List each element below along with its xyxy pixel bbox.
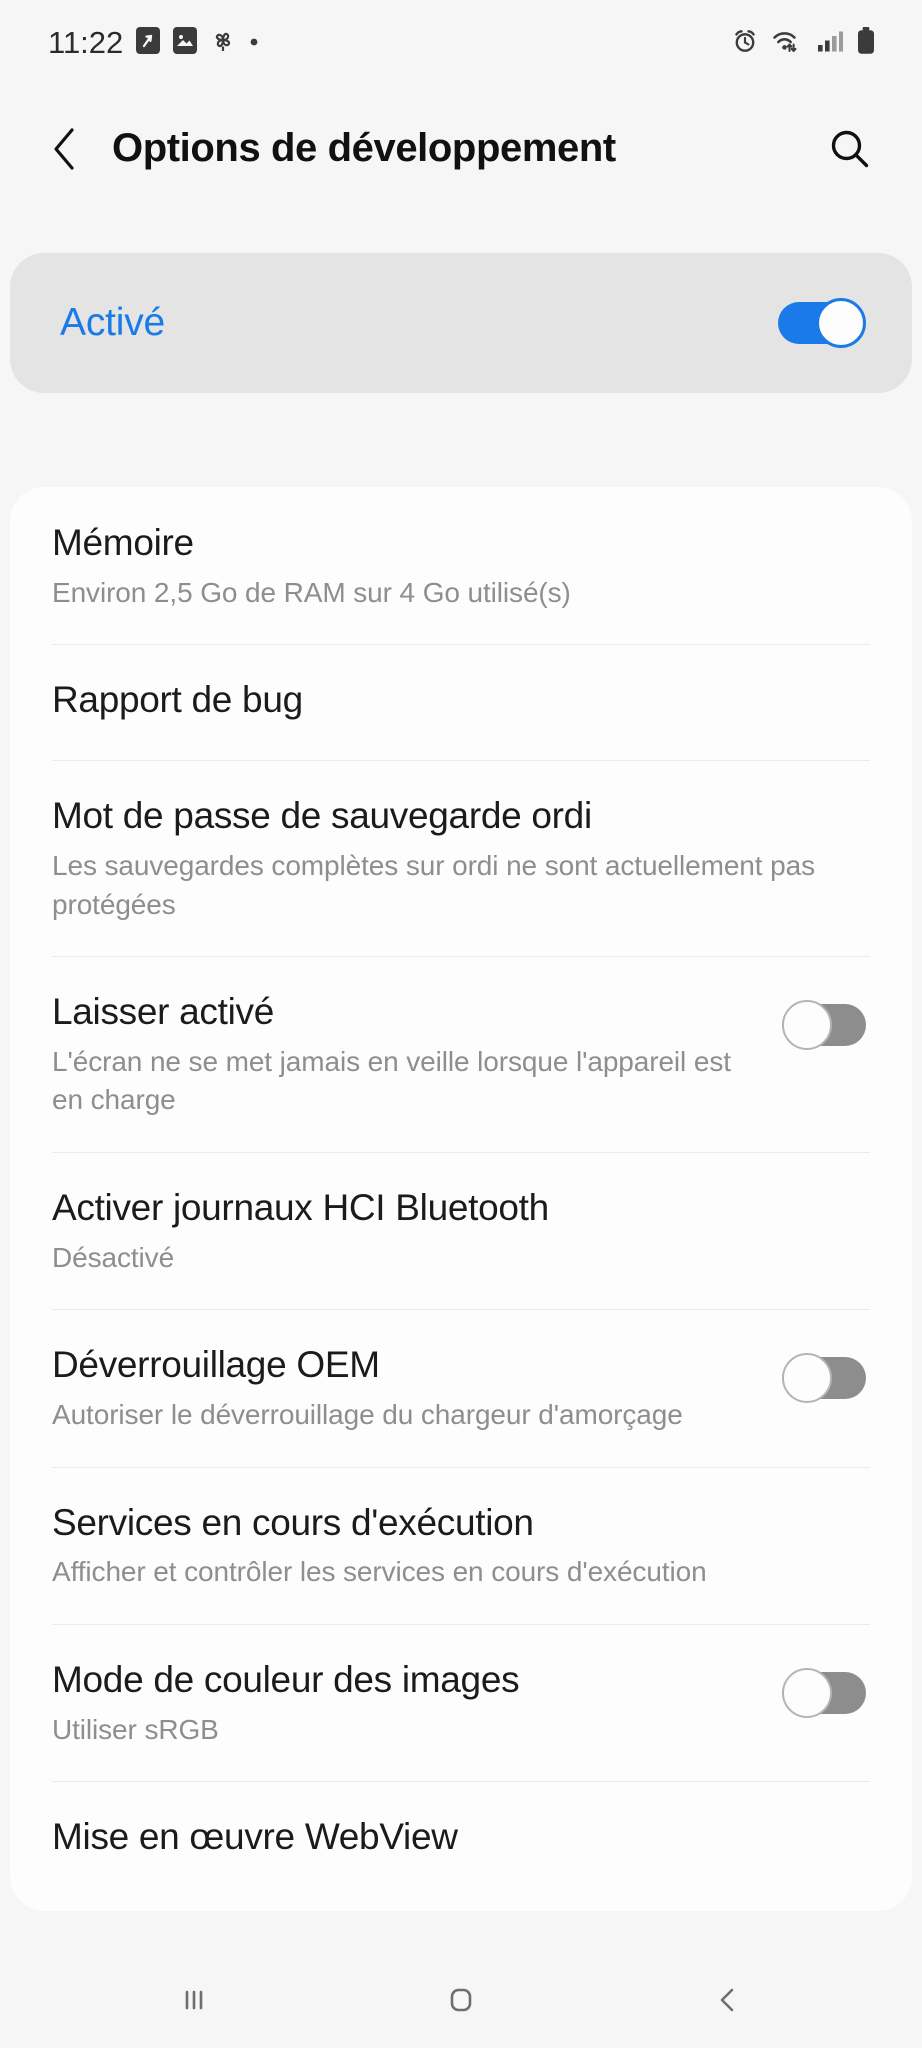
row-control — [782, 990, 870, 1051]
row-subtitle: Utiliser sRGB — [52, 1713, 219, 1745]
row-title: Mot de passe de sauvegarde ordi — [52, 795, 592, 837]
row-subtitle: Afficher et contrôler les services en co… — [52, 1556, 707, 1588]
back-icon[interactable] — [673, 1965, 783, 2035]
setting-row-journaux-hci-bluetooth[interactable]: Activer journaux HCI Bluetooth Désactivé — [52, 1152, 870, 1309]
switch-knob — [816, 298, 866, 348]
status-bar-clock: 11:22 — [48, 25, 124, 60]
master-toggle-switch[interactable] — [778, 298, 866, 348]
pinwheel-notification-icon — [210, 27, 236, 59]
setting-row-mot-de-passe-sauvegarde[interactable]: Mot de passe de sauvegarde ordi Les sauv… — [52, 760, 870, 956]
row-text: Déverrouillage OEM Autoriser le déverrou… — [52, 1343, 782, 1434]
row-title: Services en cours d'exécution — [52, 1501, 534, 1543]
setting-row-laisser-active[interactable]: Laisser activé L'écran ne se met jamais … — [52, 956, 870, 1152]
battery-icon — [856, 26, 876, 61]
setting-row-mode-couleur-images[interactable]: Mode de couleur des images Utiliser sRGB — [52, 1623, 870, 1781]
image-notification-icon — [173, 27, 198, 59]
developer-options-master-toggle-row[interactable]: Activé — [10, 253, 912, 393]
page-header: Options de développement — [0, 86, 922, 211]
status-bar-left: 11:22 — [48, 25, 259, 61]
laisser-active-switch[interactable] — [782, 1000, 870, 1051]
row-title: Mise en œuvre WebView — [52, 1816, 458, 1858]
row-text: Laisser activé L'écran ne se met jamais … — [52, 990, 782, 1120]
mode-couleur-images-switch[interactable] — [782, 1667, 870, 1718]
wifi-icon — [772, 27, 804, 60]
row-control — [782, 1343, 870, 1404]
alarm-icon — [731, 27, 759, 60]
page-title: Options de développement — [112, 126, 616, 170]
master-toggle-label: Activé — [60, 301, 166, 344]
search-icon[interactable] — [824, 123, 876, 175]
status-bar-right — [731, 26, 876, 61]
row-text: Rapport de bug — [52, 678, 870, 722]
row-text: Mise en œuvre WebView — [52, 1815, 870, 1859]
row-text: Mode de couleur des images Utiliser sRGB — [52, 1658, 782, 1749]
settings-list: Mémoire Environ 2,5 Go de RAM sur 4 Go u… — [10, 487, 912, 1897]
row-title: Mode de couleur des images — [52, 1658, 520, 1700]
setting-row-services-en-cours[interactable]: Services en cours d'exécution Afficher e… — [52, 1466, 870, 1624]
row-title: Rapport de bug — [52, 679, 303, 721]
row-title: Déverrouillage OEM — [52, 1344, 380, 1386]
share-notification-icon — [136, 27, 161, 59]
row-subtitle: Les sauvegardes complètes sur ordi ne so… — [52, 849, 815, 920]
cellular-signal-icon — [817, 27, 844, 60]
row-subtitle: Environ 2,5 Go de RAM sur 4 Go utilisé(s… — [52, 576, 571, 608]
back-chevron-icon[interactable] — [50, 121, 94, 177]
row-subtitle: Autoriser le déverrouillage du chargeur … — [52, 1399, 683, 1431]
row-text: Mémoire Environ 2,5 Go de RAM sur 4 Go u… — [52, 521, 870, 612]
switch-knob — [782, 1667, 832, 1718]
row-subtitle: Désactivé — [52, 1241, 175, 1273]
row-title: Laisser activé — [52, 991, 275, 1033]
row-subtitle: L'écran ne se met jamais en veille lorsq… — [52, 1045, 731, 1116]
setting-row-mise-en-oeuvre-webview[interactable]: Mise en œuvre WebView — [52, 1781, 870, 1897]
row-title: Mémoire — [52, 522, 194, 563]
deverrouillage-oem-switch[interactable] — [782, 1353, 870, 1404]
row-text: Activer journaux HCI Bluetooth Désactivé — [52, 1186, 870, 1277]
recents-icon[interactable] — [139, 1965, 249, 2035]
settings-list-card: Mémoire Environ 2,5 Go de RAM sur 4 Go u… — [10, 487, 912, 1911]
row-title: Activer journaux HCI Bluetooth — [52, 1187, 549, 1229]
row-control — [782, 1658, 870, 1718]
switch-knob — [782, 1000, 832, 1051]
setting-row-rapport-de-bug[interactable]: Rapport de bug — [52, 644, 870, 760]
setting-row-deverrouillage-oem[interactable]: Déverrouillage OEM Autoriser le déverrou… — [52, 1309, 870, 1466]
system-navigation-bar — [0, 1951, 922, 2048]
more-notifications-dot-icon — [249, 34, 259, 52]
row-text: Mot de passe de sauvegarde ordi Les sauv… — [52, 794, 870, 924]
home-icon[interactable] — [406, 1965, 516, 2035]
row-text: Services en cours d'exécution Afficher e… — [52, 1501, 870, 1592]
setting-row-memoire[interactable]: Mémoire Environ 2,5 Go de RAM sur 4 Go u… — [52, 487, 870, 644]
status-bar: 11:22 — [0, 0, 922, 86]
